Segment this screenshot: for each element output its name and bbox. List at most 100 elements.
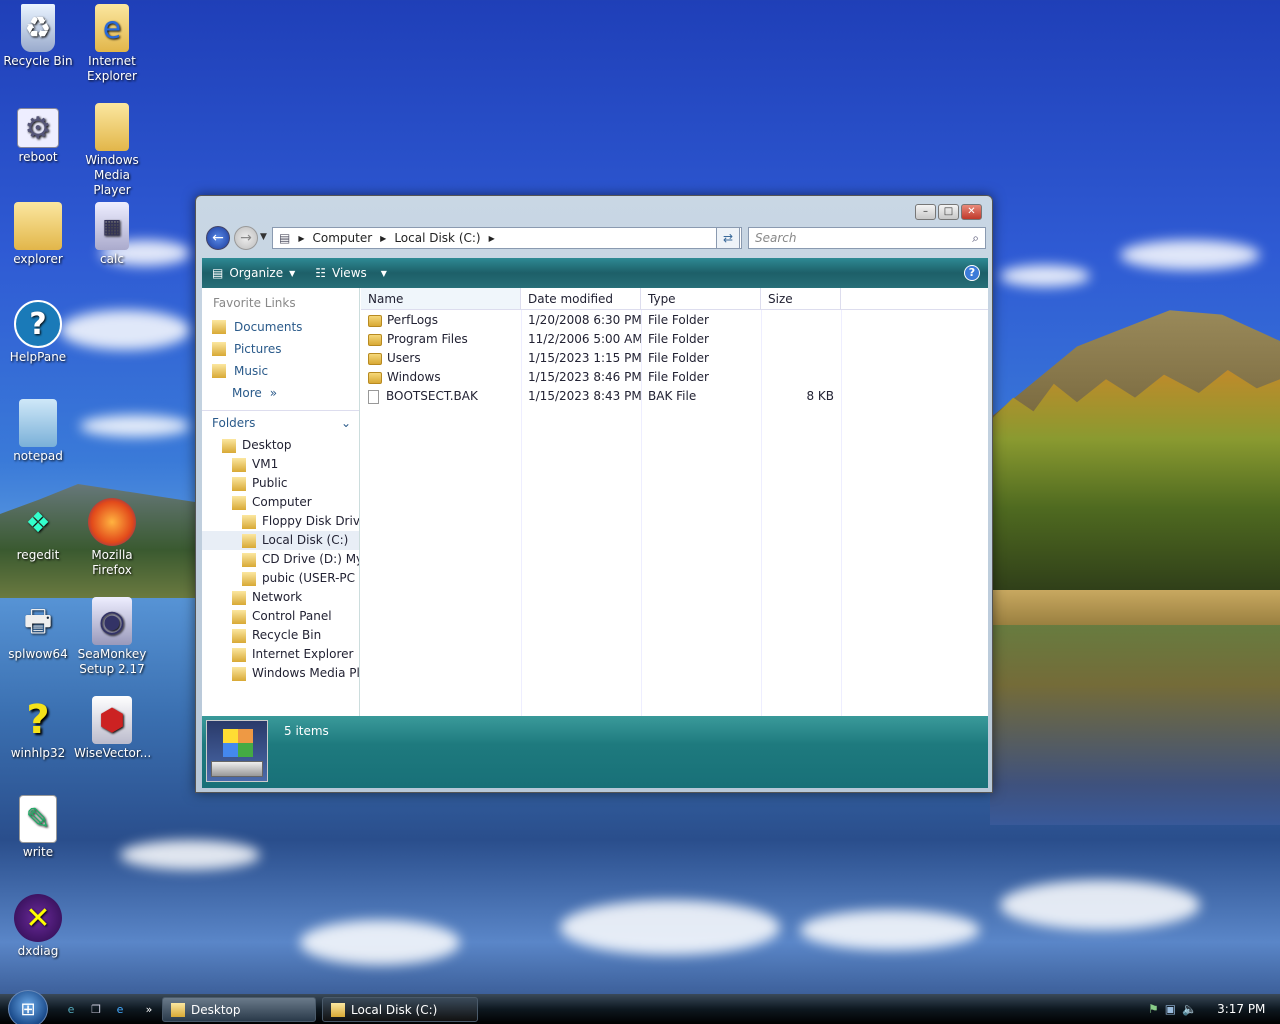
desktop-icon-notepad[interactable]: notepad <box>0 399 76 464</box>
tree-item-label: pubic (USER-PC (t <box>262 571 359 585</box>
folder-icon <box>368 314 382 327</box>
recent-pages-dropdown[interactable]: ▼ <box>260 232 267 242</box>
tree-item[interactable]: CD Drive (D:) MyP <box>202 550 359 569</box>
forward-button[interactable]: → <box>234 226 258 250</box>
desktop-icon-seamonkey-setup[interactable]: ◉ SeaMonkey Setup 2.17 <box>74 597 150 677</box>
favorite-link-music[interactable]: Music <box>202 360 359 382</box>
network-status-icon[interactable]: ⚑ <box>1148 1002 1159 1016</box>
taskbar-button-label: Desktop <box>191 1002 241 1017</box>
taskbar-button-label: Local Disk (C:) <box>351 1002 438 1017</box>
taskbar-button-local-disk[interactable]: Local Disk (C:) <box>322 997 478 1022</box>
desktop-icon-write[interactable]: ✎ write <box>0 795 76 860</box>
tree-item[interactable]: Local Disk (C:) <box>202 531 359 550</box>
refresh-button[interactable]: ⇄ <box>716 227 740 249</box>
quick-launch-switch-windows-icon[interactable]: ❐ <box>88 1001 104 1017</box>
column-header-name[interactable]: Name <box>361 288 521 309</box>
tree-item[interactable]: Computer <box>202 493 359 512</box>
breadcrumb-local-disk[interactable]: Local Disk (C:) <box>394 231 480 245</box>
desktop-icon-calc[interactable]: ▦ calc <box>74 202 150 267</box>
help-button[interactable]: ? <box>964 265 980 281</box>
desktop-icon-label: Firefox <box>92 563 132 577</box>
tree-item[interactable]: pubic (USER-PC (t <box>202 569 359 588</box>
tree-item[interactable]: Network <box>202 588 359 607</box>
tree-item[interactable]: Internet Explorer <box>202 645 359 664</box>
desktop-icon-windows-media-player[interactable]: Windows Media Player <box>74 103 150 198</box>
desktop-icon-label: WiseVector... <box>74 746 152 760</box>
tree-item[interactable]: VM1 <box>202 455 359 474</box>
file-type-cell: File Folder <box>648 313 709 327</box>
tree-item[interactable]: Floppy Disk Drive <box>202 512 359 531</box>
desktop-icon-reboot[interactable]: ⚙ reboot <box>0 108 76 165</box>
file-name-cell: Windows <box>361 368 521 387</box>
start-button[interactable]: ⊞ <box>8 990 48 1024</box>
tree-item[interactable]: Control Panel <box>202 607 359 626</box>
close-button[interactable]: ✕ <box>961 204 982 220</box>
volume-icon[interactable]: 🔈 <box>1182 1002 1197 1016</box>
file-name: BOOTSECT.BAK <box>386 389 478 403</box>
folder-icon <box>331 1002 345 1017</box>
column-header-type[interactable]: Type <box>641 288 761 309</box>
folders-heading[interactable]: Folders ⌄ <box>202 410 359 434</box>
views-button[interactable]: ☷ Views ▼ <box>315 266 387 280</box>
search-input[interactable]: Search ⌕ <box>748 227 986 249</box>
column-header-date-modified[interactable]: Date modified <box>521 288 641 309</box>
desktop-icon-dxdiag[interactable]: ✕ dxdiag <box>0 894 76 959</box>
navigation-pane: Favorite Links Documents Pictures Music … <box>202 288 360 716</box>
search-icon[interactable]: ⌕ <box>972 228 979 248</box>
tree-item[interactable]: Windows Media Pla <box>202 664 359 683</box>
tree-item-label: CD Drive (D:) MyP <box>262 552 359 566</box>
back-button[interactable]: ← <box>206 226 230 250</box>
more-links[interactable]: More » <box>202 382 359 404</box>
file-row[interactable]: Windows 1/15/2023 8:46 PM File Folder <box>361 368 988 387</box>
favorite-link-pictures[interactable]: Pictures <box>202 338 359 360</box>
desktop-icon-recycle-bin[interactable]: ♻ Recycle Bin <box>0 4 76 69</box>
file-row[interactable]: Program Files 11/2/2006 5:00 AM File Folde… <box>361 330 988 349</box>
tree-item[interactable]: Recycle Bin <box>202 626 359 645</box>
quick-launch-overflow-icon[interactable]: » <box>141 1001 157 1017</box>
file-name-cell: Program Files <box>361 330 521 349</box>
minimize-button[interactable]: – <box>915 204 936 220</box>
desktop-icon-helppane[interactable]: ? HelpPane <box>0 300 76 365</box>
clock[interactable]: 3:17 PM <box>1217 1002 1265 1016</box>
desktop-icon-winhlp32[interactable]: ? winhlp32 <box>0 696 76 761</box>
file-row[interactable]: BOOTSECT.BAK 1/15/2023 8:43 PM BAK File 8 K… <box>361 387 988 406</box>
file-row[interactable]: PerfLogs 1/20/2008 6:30 PM File Folder <box>361 311 988 330</box>
favorite-link-documents[interactable]: Documents <box>202 316 359 338</box>
desktop-icon-mozilla-firefox[interactable]: Mozilla Firefox <box>74 498 150 578</box>
tree-item[interactable]: Desktop <box>202 436 359 455</box>
quick-launch-ie-icon[interactable]: e <box>63 1001 79 1017</box>
desktop-icon-splwow64[interactable]: 🖶 splwow64 <box>0 597 76 662</box>
desktop-icon-explorer[interactable]: explorer <box>0 202 76 267</box>
maximize-button[interactable]: □ <box>938 204 959 220</box>
desktop-icon-wisevector[interactable]: ⬢ WiseVector... <box>74 696 152 761</box>
taskbar-button-desktop[interactable]: Desktop <box>162 997 316 1022</box>
file-size-cell: 8 KB <box>806 389 834 403</box>
file-name: Users <box>387 351 421 365</box>
column-header-size[interactable]: Size <box>761 288 841 309</box>
tree-folder-icon <box>242 533 256 548</box>
breadcrumb-computer[interactable]: Computer <box>313 231 373 245</box>
file-size-cell <box>761 368 841 387</box>
desktop-icon-label: write <box>22 845 54 859</box>
tree-item[interactable]: Public <box>202 474 359 493</box>
desktop-icon-label: Recycle Bin <box>3 54 73 68</box>
question-mark-icon: ? <box>26 696 50 743</box>
organize-button[interactable]: ▤ Organize ▼ <box>212 266 295 280</box>
dxdiag-icon: ✕ <box>14 894 62 942</box>
firefox-icon <box>88 498 136 546</box>
file-type-cell: File Folder <box>648 351 709 365</box>
file-name-cell: BOOTSECT.BAK <box>361 387 521 406</box>
desktop-icon-regedit[interactable]: ❖ regedit <box>0 498 76 563</box>
desktop-icon-internet-explorer[interactable]: e Internet Explorer <box>74 4 150 84</box>
file-row[interactable]: Users 1/15/2023 1:15 PM File Folder <box>361 349 988 368</box>
quick-launch-browser-icon[interactable]: e <box>112 1001 128 1017</box>
wisevector-icon: ⬢ <box>92 696 132 744</box>
tree-item-label: Floppy Disk Drive <box>262 514 359 528</box>
network-icon[interactable]: ▣ <box>1165 1002 1176 1016</box>
desktop-icon-label: dxdiag <box>17 944 59 958</box>
address-bar[interactable]: ▤ ▶ Computer ▶ Local Disk (C:) ▶ ▼ <box>272 227 742 249</box>
folder-icon <box>368 333 382 346</box>
folder-icon <box>368 352 382 365</box>
file-name-cell: PerfLogs <box>361 311 521 330</box>
favorite-link-label: Music <box>234 364 269 378</box>
